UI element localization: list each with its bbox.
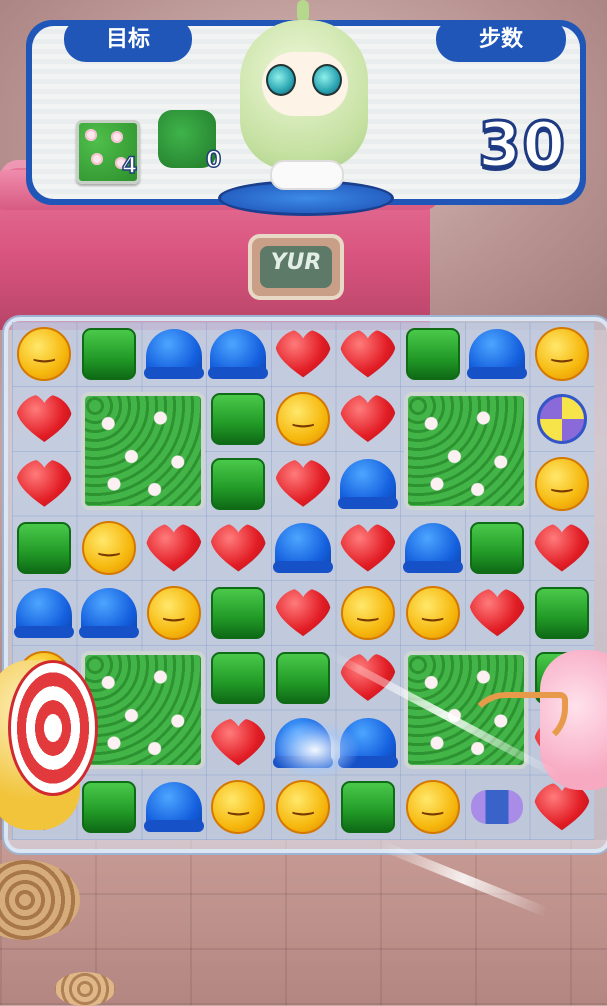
cube-piece[interactable] bbox=[211, 393, 266, 446]
cube-piece[interactable] bbox=[340, 781, 395, 834]
hat-piece[interactable] bbox=[143, 329, 204, 380]
goal-tab-label: 目标 bbox=[64, 20, 192, 62]
flower-icon bbox=[85, 129, 97, 141]
background-stool-small bbox=[55, 972, 115, 1006]
hat-piece[interactable] bbox=[402, 523, 463, 574]
coin-piece[interactable] bbox=[534, 456, 589, 511]
coin-piece[interactable] bbox=[146, 586, 201, 641]
coin-piece[interactable] bbox=[534, 327, 589, 382]
coin-piece[interactable] bbox=[340, 586, 395, 641]
hat-piece[interactable] bbox=[467, 329, 528, 380]
coin-piece[interactable] bbox=[276, 392, 331, 447]
cube-piece[interactable] bbox=[82, 328, 137, 381]
hat-piece[interactable] bbox=[143, 782, 204, 833]
sparkle-effect bbox=[270, 720, 360, 780]
goal-count-grass: 0 bbox=[205, 147, 222, 174]
background-sign-text: YUR bbox=[260, 246, 332, 288]
hat-piece[interactable] bbox=[337, 458, 398, 509]
cube-piece[interactable] bbox=[17, 522, 72, 575]
candy-piece[interactable] bbox=[471, 790, 524, 825]
flower-icon bbox=[91, 153, 103, 165]
target-shield-icon bbox=[8, 660, 98, 796]
coin-piece[interactable] bbox=[276, 780, 331, 835]
flower-grass-tile bbox=[80, 650, 205, 769]
flower-grass-tile bbox=[80, 391, 205, 510]
mascot-feet bbox=[270, 160, 344, 190]
flower-grass-tile bbox=[404, 391, 529, 510]
coin-piece[interactable] bbox=[405, 780, 460, 835]
hat-piece[interactable] bbox=[79, 588, 140, 639]
cube-piece[interactable] bbox=[211, 457, 266, 510]
flower-icon bbox=[111, 131, 123, 143]
goal-count-flower: 4 bbox=[121, 153, 138, 180]
cube-piece[interactable] bbox=[276, 651, 331, 704]
fan-piece[interactable] bbox=[536, 394, 587, 445]
mascot-eye-right bbox=[312, 64, 342, 96]
cube-piece[interactable] bbox=[211, 651, 266, 704]
background-sign: YUR bbox=[248, 234, 344, 300]
hat-piece[interactable] bbox=[273, 523, 334, 574]
moves-counter: 30 bbox=[476, 107, 567, 183]
hat-piece[interactable] bbox=[208, 329, 269, 380]
mascot-eye-left bbox=[266, 64, 296, 96]
cube-piece[interactable] bbox=[82, 781, 137, 834]
hat-piece[interactable] bbox=[14, 588, 75, 639]
cube-piece[interactable] bbox=[211, 587, 266, 640]
cube-piece[interactable] bbox=[534, 587, 589, 640]
cube-piece[interactable] bbox=[470, 522, 525, 575]
coin-piece[interactable] bbox=[405, 586, 460, 641]
moves-tab-label: 步数 bbox=[436, 20, 566, 62]
cube-piece[interactable] bbox=[405, 328, 460, 381]
mascot-antenna bbox=[297, 0, 309, 22]
